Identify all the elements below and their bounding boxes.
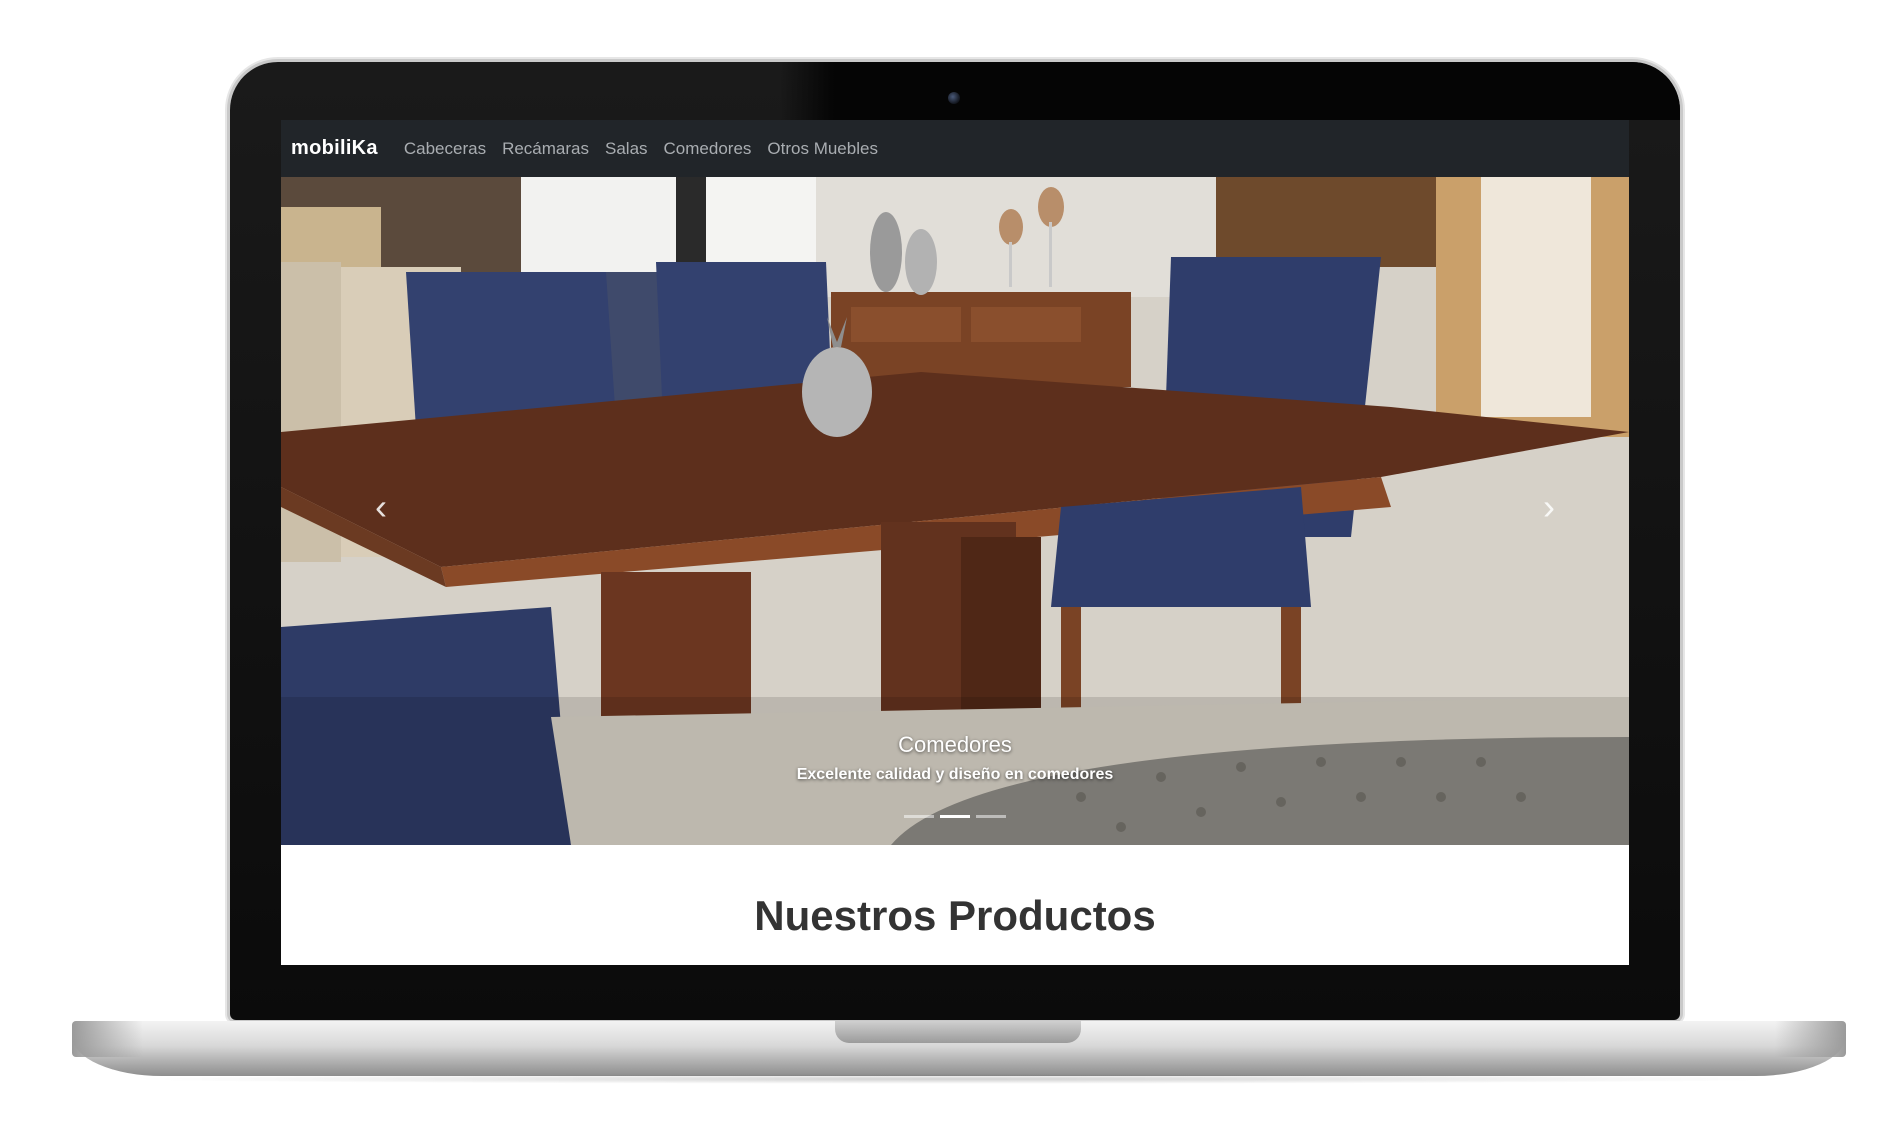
carousel-indicators xyxy=(281,815,1629,818)
laptop-screen: mobiliKa Cabeceras Recámaras Salas Comed… xyxy=(281,120,1629,965)
nav-link-salas[interactable]: Salas xyxy=(605,139,648,159)
section-title: Nuestros Productos xyxy=(754,892,1156,939)
nav-link-cabeceras[interactable]: Cabeceras xyxy=(404,139,486,159)
carousel-indicator-active[interactable] xyxy=(940,815,970,818)
laptop-shadow xyxy=(120,1074,1800,1084)
chevron-right-icon[interactable]: › xyxy=(1529,487,1569,527)
nav-link-otros-muebles[interactable]: Otros Muebles xyxy=(767,139,878,159)
chevron-left-icon[interactable]: ‹ xyxy=(361,487,401,527)
laptop-hinge-notch xyxy=(835,1021,1081,1043)
nav-link-recamaras[interactable]: Recámaras xyxy=(502,139,589,159)
carousel-indicator[interactable] xyxy=(904,815,934,818)
brand-logo[interactable]: mobiliKa xyxy=(291,137,378,160)
navbar: mobiliKa Cabeceras Recámaras Salas Comed… xyxy=(281,120,1629,177)
nav-link-comedores[interactable]: Comedores xyxy=(664,139,752,159)
carousel-caption-title: Comedores xyxy=(898,732,1012,757)
carousel-caption-text: Excelente calidad y diseño en comedores xyxy=(796,766,1114,783)
bezel-top xyxy=(780,62,1680,120)
webcam-icon xyxy=(948,92,960,104)
hero-carousel: ‹ › Comedores Excelente calidad y diseño… xyxy=(281,177,1629,845)
carousel-indicator[interactable] xyxy=(976,815,1006,818)
